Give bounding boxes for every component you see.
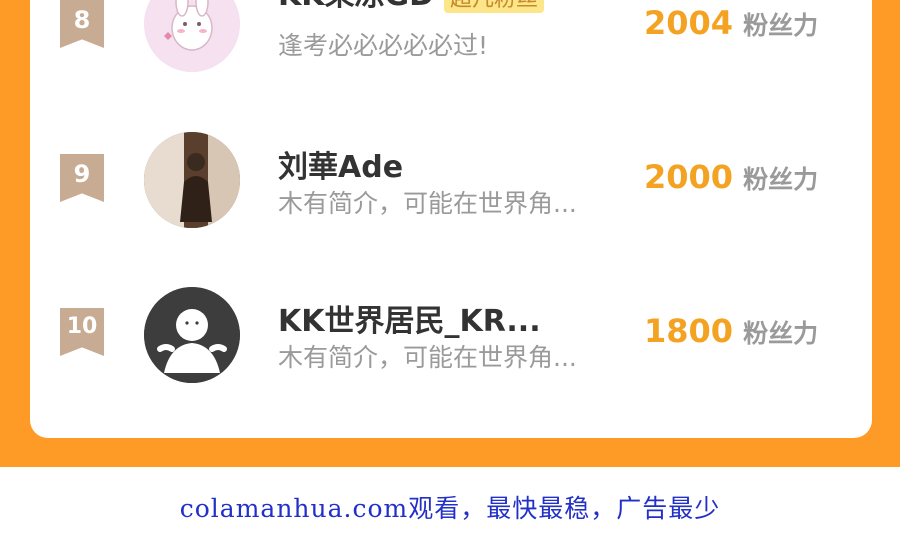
fan-power-score: 2000 粉丝力 [644, 158, 818, 196]
default-user-avatar-icon [144, 287, 240, 383]
fan-power-score: 2004 粉丝力 [644, 4, 818, 42]
score-unit: 粉丝力 [743, 165, 819, 194]
user-name[interactable]: 刘華Ade [278, 142, 403, 186]
avatar[interactable] [144, 132, 240, 228]
user-bio: 木有简介，可能在世界角... [278, 343, 577, 372]
rank-badge: 10 [60, 308, 104, 356]
bunny-avatar-icon [144, 0, 240, 72]
score-unit: 粉丝力 [743, 11, 819, 40]
avatar[interactable] [144, 0, 240, 72]
fan-power-score: 1800 粉丝力 [644, 312, 818, 350]
rank-badge: 8 [60, 0, 104, 48]
score-value: 2000 [644, 158, 734, 196]
super-fan-badge: 超凡粉丝 [444, 0, 545, 13]
user-name-text: KK果冻GD [278, 0, 434, 13]
avatar[interactable] [144, 287, 240, 383]
photo-avatar-icon [144, 132, 240, 228]
score-unit: 粉丝力 [743, 319, 819, 348]
score-value: 2004 [644, 4, 734, 42]
score-value: 1800 [644, 312, 734, 350]
leaderboard-screen: 8 KK果冻GD超凡粉丝 逢考必必必必必过! 200 [0, 0, 900, 547]
footer-watermark-link[interactable]: colamanhua.com观看，最快最稳，广告最少 [0, 467, 900, 547]
list-item[interactable]: 9 刘華Ade 木有简介，可能在世界角... 2000 粉丝力 [30, 130, 872, 240]
list-item[interactable]: 8 KK果冻GD超凡粉丝 逢考必必必必必过! 200 [30, 0, 872, 90]
user-bio: 逢考必必必必必过! [278, 31, 489, 60]
rank-badge: 9 [60, 154, 104, 202]
user-bio: 木有简介，可能在世界角... [278, 189, 577, 218]
list-item[interactable]: 10 KK世界居民_KR... 木有简介，可能在世界角... 1800 粉丝力 [30, 284, 872, 394]
fan-ranking-card: 8 KK果冻GD超凡粉丝 逢考必必必必必过! 200 [30, 0, 872, 438]
user-name[interactable]: KK果冻GD 超凡粉丝 [278, 0, 545, 14]
user-name[interactable]: KK世界居民_KR... [278, 296, 541, 340]
